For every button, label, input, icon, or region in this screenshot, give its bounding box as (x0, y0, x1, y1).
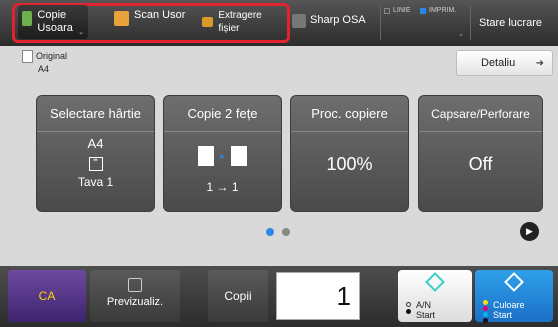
print-status-icon (420, 7, 426, 14)
sharp-osa-button[interactable]: Sharp OSA (292, 14, 366, 28)
original-size-indicator[interactable]: Original A4 (22, 50, 67, 75)
bw-start-button[interactable]: A/N Start (398, 270, 472, 322)
preview-label: Previzualiz. (106, 296, 164, 308)
line-indicator: LINIE (384, 7, 411, 14)
line-label: LINIE (393, 7, 411, 14)
next-page-button[interactable]: ▶ (520, 222, 539, 241)
bw-label: A/N (416, 300, 432, 310)
bottom-bar: CA Previzualiz. Copii 1 A/N Start Culoar… (0, 266, 558, 327)
page-indicator (266, 228, 290, 236)
osa-icon (292, 14, 306, 28)
bw-indicator (406, 302, 412, 316)
staple-punch-title: Capsare/Perforare (419, 96, 542, 132)
easy-copy-label: Copie Usoara (37, 9, 73, 34)
staple-punch-value: Off (468, 154, 493, 174)
file-retrieve-label: Extragere fișier (218, 10, 262, 34)
chevron-down-icon: ⌄ (458, 31, 464, 38)
job-status-label: Stare lucrare (479, 17, 542, 29)
easy-copy-button[interactable]: Copie Usoara ⌄ (18, 5, 88, 39)
folder-icon (202, 17, 214, 27)
paper-select-title: Selectare hârtie (37, 96, 154, 132)
preview-button[interactable]: Previzualiz. (90, 270, 180, 322)
copies-control: Copii 1 (208, 270, 388, 322)
job-status-button[interactable]: Stare lucrare (470, 6, 550, 40)
file-retrieve-button[interactable]: Extragere fișier (200, 5, 284, 39)
original-label: Original (36, 51, 68, 61)
copy-ratio-card[interactable]: Proc. copiere 100% (290, 95, 409, 212)
bw-start-label: Start (416, 310, 436, 320)
original-value: A4 (38, 64, 50, 74)
copies-label: Copii (208, 270, 268, 322)
line-status-icon (384, 7, 390, 14)
page-icon (198, 146, 215, 166)
paper-size-value: A4 (87, 136, 104, 151)
page-icon (230, 146, 247, 166)
easy-scan-button[interactable]: Scan Usor (110, 5, 190, 39)
color-label: Culoare (493, 300, 525, 310)
clear-all-button[interactable]: CA (8, 270, 86, 322)
arrow-right-icon: ▸ (220, 151, 225, 161)
print-indicator: IMPRIM. (420, 7, 456, 14)
arrow-right-icon: ➜ (535, 57, 544, 69)
page-dot-active[interactable] (266, 228, 274, 236)
duplex-value: 1 → 1 (206, 180, 239, 194)
duplex-card[interactable]: Copie 2 fețe ▸ 1 → 1 (163, 95, 282, 212)
detail-label: Detaliu (481, 57, 516, 69)
easy-scan-label: Scan Usor (134, 9, 186, 21)
start-icon (425, 272, 445, 292)
page-dot[interactable] (282, 228, 290, 236)
copy-ratio-title: Proc. copiere (291, 96, 408, 132)
settings-cards: Selectare hârtie A4 ≡ Tava 1 Copie 2 feț… (0, 95, 558, 215)
duplex-title: Copie 2 fețe (164, 96, 281, 132)
paper-select-card[interactable]: Selectare hârtie A4 ≡ Tava 1 (36, 95, 155, 212)
tray-value: Tava 1 (77, 175, 114, 189)
sharp-osa-label: Sharp OSA (310, 14, 366, 26)
scan-icon (114, 11, 129, 26)
play-icon: ▶ (526, 226, 533, 236)
preview-icon (128, 278, 142, 292)
color-start-button[interactable]: Culoare Start (475, 270, 553, 324)
tray-icon: ≡ (88, 156, 103, 171)
document-icon (22, 50, 33, 63)
color-start-label: Start (493, 310, 513, 320)
copies-input[interactable]: 1 (276, 272, 360, 320)
staple-punch-card[interactable]: Capsare/Perforare Off (418, 95, 543, 212)
copy-ratio-value: 100% (326, 154, 373, 174)
top-bar: Copie Usoara ⌄ Scan Usor Extragere fișie… (0, 0, 558, 46)
cmyk-indicator (483, 300, 489, 324)
clear-all-label: CA (38, 289, 56, 303)
duplex-icon: ▸ (164, 146, 281, 166)
chevron-down-icon: ⌄ (78, 29, 84, 36)
print-label: IMPRIM. (429, 7, 457, 14)
copy-icon (22, 11, 33, 26)
start-icon (504, 272, 524, 292)
detail-button[interactable]: Detaliu ➜ (456, 50, 553, 76)
